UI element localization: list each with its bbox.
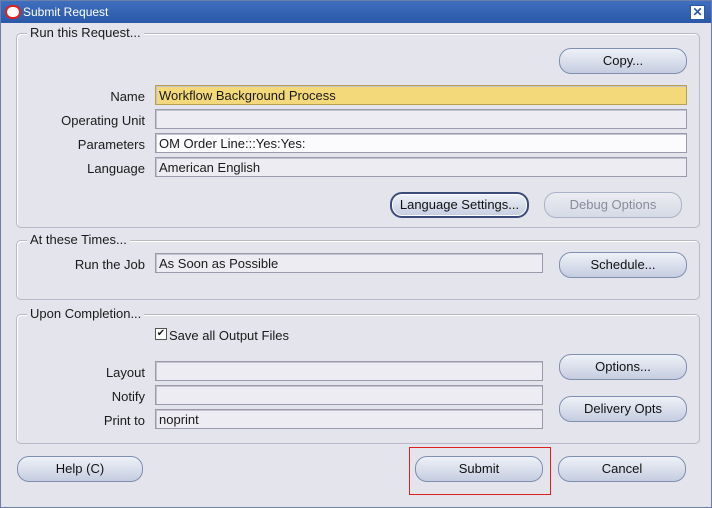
- oracle-logo-icon: [5, 5, 21, 19]
- operating-unit-field[interactable]: [155, 109, 687, 129]
- group-title: Upon Completion...: [27, 306, 145, 321]
- name-field[interactable]: Workflow Background Process: [155, 85, 687, 105]
- language-label: Language: [87, 161, 145, 176]
- parameters-field[interactable]: OM Order Line:::Yes:Yes:: [155, 133, 687, 153]
- parameters-label: Parameters: [77, 137, 145, 152]
- run-job-label: Run the Job: [74, 257, 145, 272]
- window-title: Submit Request: [23, 5, 109, 19]
- layout-label: Layout: [105, 365, 145, 380]
- schedule-button[interactable]: Schedule...: [559, 252, 687, 278]
- copy-button[interactable]: Copy...: [559, 48, 687, 74]
- cancel-button[interactable]: Cancel: [558, 456, 686, 482]
- notify-label: Notify: [111, 389, 145, 404]
- run-job-field[interactable]: As Soon as Possible: [155, 253, 543, 273]
- submit-request-window: Submit Request ✕ Run this Request... Cop…: [0, 0, 712, 508]
- print-to-label: Print to: [103, 413, 145, 428]
- help-button[interactable]: Help (C): [17, 456, 143, 482]
- layout-field[interactable]: [155, 361, 543, 381]
- save-output-label: Save all Output Files: [169, 328, 289, 343]
- operating-unit-label: Operating Unit: [61, 113, 145, 128]
- save-output-checkbox[interactable]: ✔: [155, 328, 167, 340]
- options-button[interactable]: Options...: [559, 354, 687, 380]
- name-label: Name: [110, 89, 145, 104]
- submit-highlight-box: [409, 447, 551, 495]
- group-title: At these Times...: [27, 232, 130, 247]
- language-field[interactable]: American English: [155, 157, 687, 177]
- close-icon[interactable]: ✕: [690, 5, 705, 20]
- print-to-field[interactable]: noprint: [155, 409, 543, 429]
- group-title: Run this Request...: [27, 25, 144, 40]
- title-bar[interactable]: Submit Request ✕: [1, 1, 711, 23]
- delivery-opts-button[interactable]: Delivery Opts: [559, 396, 687, 422]
- debug-options-button[interactable]: Debug Options: [544, 192, 682, 218]
- language-settings-button[interactable]: Language Settings...: [390, 192, 529, 218]
- notify-field[interactable]: [155, 385, 543, 405]
